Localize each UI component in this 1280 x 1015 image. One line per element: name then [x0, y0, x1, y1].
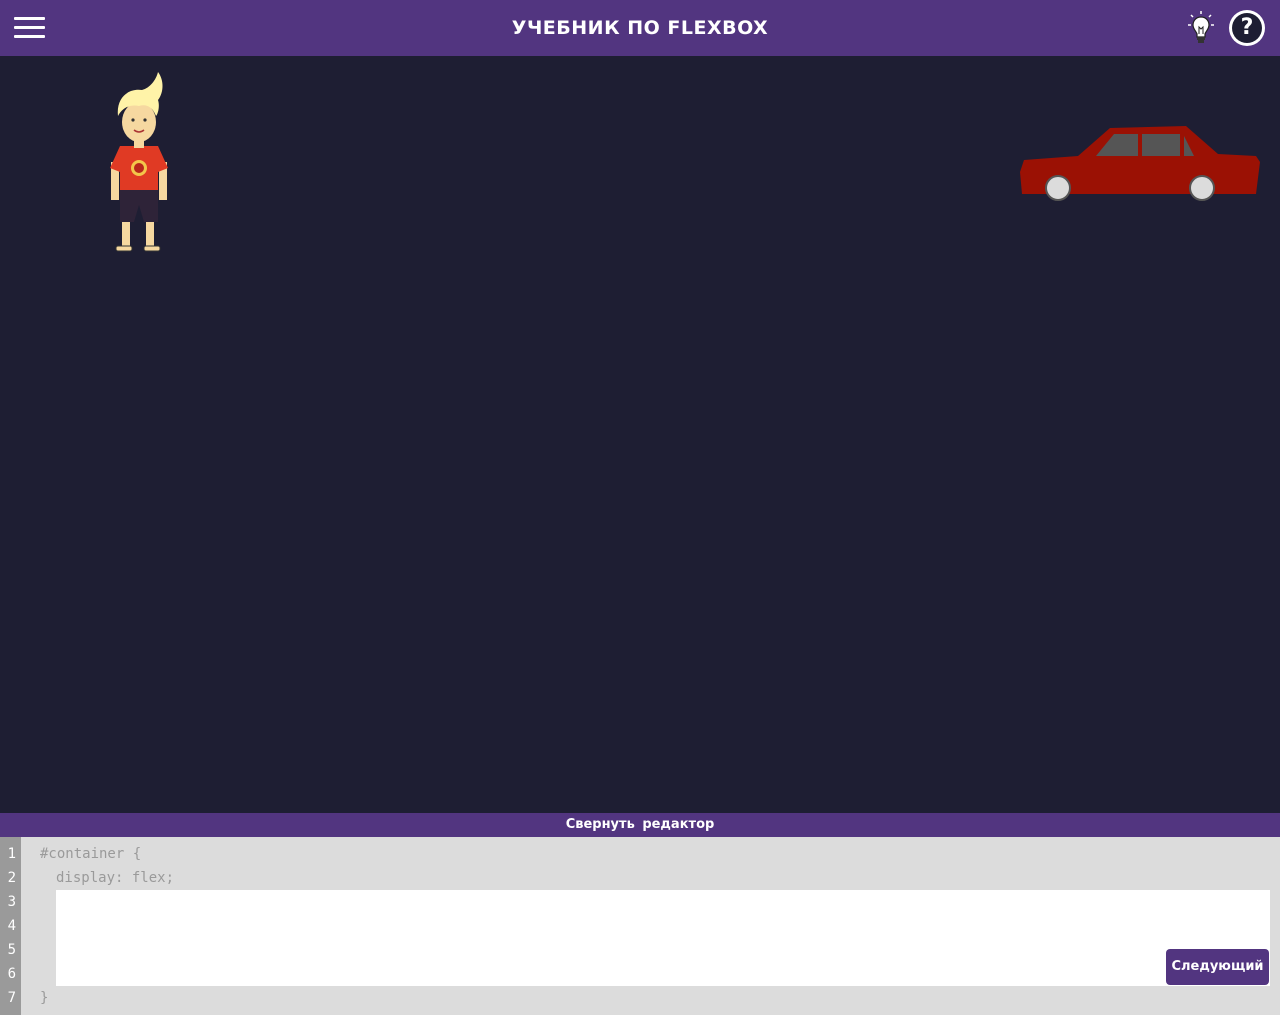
help-button[interactable]: ?	[1229, 10, 1265, 46]
line-number: 3	[7, 894, 16, 910]
line-number: 4	[7, 918, 16, 934]
lightbulb-icon[interactable]	[1186, 10, 1216, 46]
next-button[interactable]: Следующий	[1166, 949, 1269, 985]
code-line: display: flex;	[56, 870, 175, 886]
line-number: 2	[7, 870, 16, 886]
red-car	[1020, 126, 1260, 201]
code-line: #container {	[40, 846, 142, 862]
line-number-gutter: 1 2 3 4 5 6 7	[0, 837, 21, 1015]
line-number: 1	[7, 846, 16, 862]
collapse-editor-button[interactable]: Свернуть редактор	[0, 813, 1280, 837]
line-number: 5	[7, 942, 16, 958]
line-number: 7	[7, 990, 16, 1006]
top-navigation-bar: УЧЕБНИК ПО FLEXBOX ?	[0, 0, 1280, 56]
page-title: УЧЕБНИК ПО FLEXBOX	[511, 17, 769, 39]
code-editor: 1 2 3 4 5 6 7 #container { display: flex…	[0, 837, 1280, 1015]
line-number: 6	[7, 966, 16, 982]
game-board	[0, 56, 1280, 813]
code-line: }	[40, 990, 49, 1006]
hamburger-menu-icon[interactable]	[14, 17, 45, 39]
question-mark-icon: ?	[1232, 13, 1262, 43]
boy-figure	[110, 72, 168, 252]
css-code-input[interactable]	[56, 890, 1270, 986]
